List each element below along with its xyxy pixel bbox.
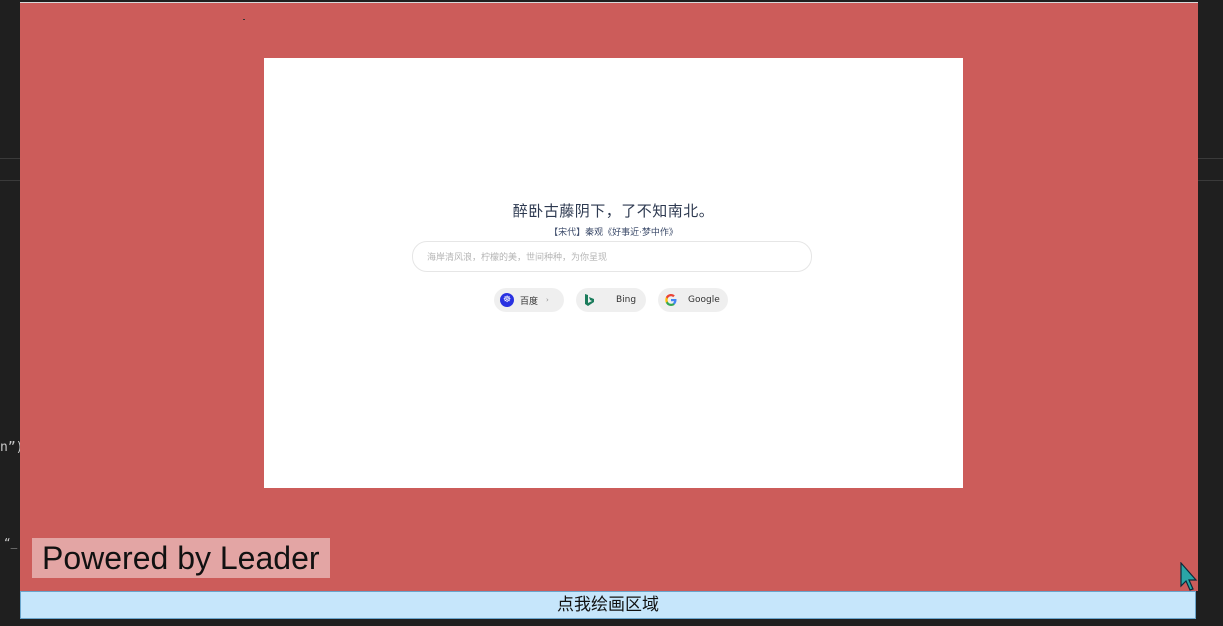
stray-dot bbox=[243, 19, 245, 20]
mouse-cursor-icon bbox=[1180, 562, 1198, 591]
engine-label: Google bbox=[688, 295, 720, 305]
engine-label: Bing bbox=[616, 295, 637, 305]
draw-area-button[interactable]: 点我绘画区域 bbox=[20, 591, 1196, 619]
browser-preview: 醉卧古藤阴下，了不知南北。 【宋代】秦观《好事近·梦中作》 ☸ 百度 › Bin… bbox=[264, 58, 963, 488]
editor-divider bbox=[1198, 180, 1223, 181]
chevron-right-icon: › bbox=[546, 296, 549, 304]
bing-icon bbox=[582, 293, 596, 307]
engine-label: 百度 bbox=[520, 296, 539, 307]
google-icon bbox=[664, 293, 678, 307]
editor-divider bbox=[0, 180, 20, 181]
search-input[interactable] bbox=[425, 248, 799, 267]
editor-code-fragment: “_ bbox=[4, 536, 18, 549]
drawing-overlay[interactable]: 醉卧古藤阴下，了不知南北。 【宋代】秦观《好事近·梦中作》 ☸ 百度 › Bin… bbox=[20, 2, 1198, 591]
engine-google-button[interactable]: Google bbox=[658, 288, 728, 312]
powered-by-watermark: Powered by Leader bbox=[32, 538, 330, 578]
poem-quote: 醉卧古藤阴下，了不知南北。 bbox=[512, 202, 715, 220]
editor-divider bbox=[1198, 158, 1223, 159]
search-box[interactable] bbox=[412, 241, 812, 272]
engine-baidu-button[interactable]: ☸ 百度 › bbox=[494, 288, 564, 312]
baidu-icon: ☸ bbox=[500, 293, 514, 307]
editor-divider bbox=[0, 158, 20, 159]
poem-source: 【宋代】秦观《好事近·梦中作》 bbox=[549, 228, 678, 238]
engine-bing-button[interactable]: Bing bbox=[576, 288, 646, 312]
search-engine-list: ☸ 百度 › Bing Google bbox=[264, 288, 963, 312]
